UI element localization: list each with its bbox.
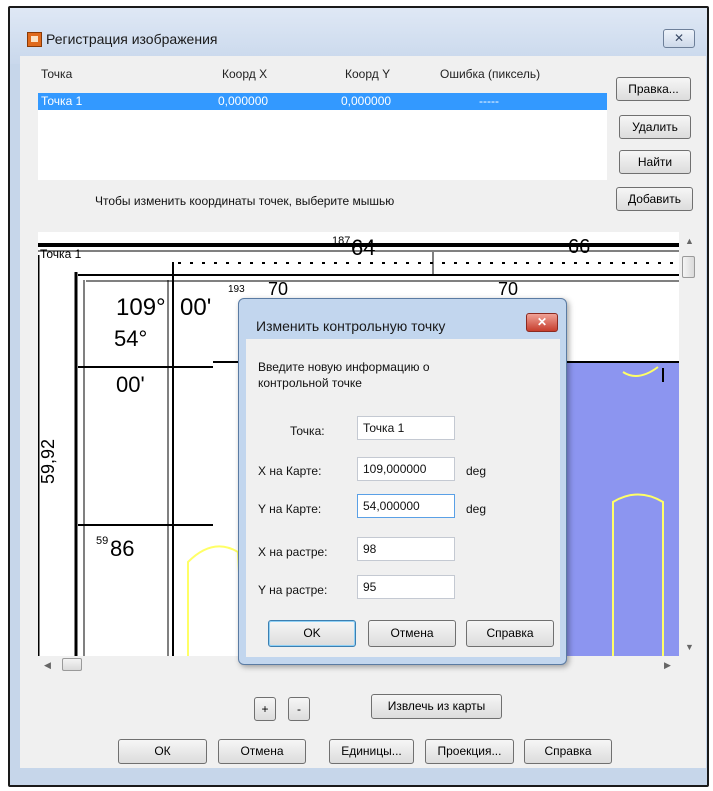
delete-button[interactable]: Удалить: [619, 115, 691, 139]
cell-x: 0,000000: [218, 94, 269, 108]
map-y-unit: deg: [466, 502, 487, 516]
point-label: Точка:: [290, 424, 325, 438]
dialog-description-line-2: контрольной точке: [258, 376, 362, 390]
map-label-70a: 70: [268, 279, 289, 299]
point-name-field[interactable]: Точка 1: [357, 416, 455, 440]
horizontal-scroll-thumb[interactable]: [62, 658, 82, 671]
find-button[interactable]: Найти: [619, 150, 691, 174]
cell-error: -----: [479, 94, 499, 108]
zoom-out-button[interactable]: -: [288, 697, 310, 721]
ok-button[interactable]: ОК: [118, 739, 207, 764]
window-title: Регистрация изображения: [46, 31, 218, 47]
table-row[interactable]: Точка 1 0,000000 0,000000 -----: [38, 93, 607, 110]
cell-y: 0,000000: [341, 94, 392, 108]
scroll-right-icon[interactable]: ▶: [664, 660, 671, 671]
column-header-point[interactable]: Точка: [41, 67, 72, 81]
extract-from-map-button[interactable]: Извлечь из карты: [371, 694, 502, 719]
map-label-54: 54°: [114, 326, 148, 351]
map-label-187-sup: 187: [332, 235, 351, 247]
map-label-109: 109°: [116, 294, 166, 321]
dialog-cancel-button[interactable]: Отмена: [368, 620, 456, 647]
scroll-left-icon[interactable]: ◀: [44, 660, 51, 671]
map-label-5992: 59,92: [38, 438, 58, 484]
column-header-error[interactable]: Ошибка (пиксель): [440, 67, 540, 81]
dialog-title: Изменить контрольную точку: [256, 318, 446, 334]
help-button[interactable]: Справка: [524, 739, 612, 764]
raster-x-label: X на растре:: [258, 545, 328, 559]
map-label-00b: 00': [116, 372, 145, 397]
dialog-help-button[interactable]: Справка: [466, 620, 554, 647]
edit-button[interactable]: Правка...: [616, 77, 691, 101]
cancel-button[interactable]: Отмена: [218, 739, 306, 764]
cell-point: Точка 1: [41, 94, 83, 108]
map-label-193: 193: [228, 284, 245, 295]
map-label-66: 66: [568, 236, 591, 258]
zoom-in-button[interactable]: +: [254, 697, 276, 721]
projection-button[interactable]: Проекция...: [425, 739, 514, 764]
map-label-86: 86: [110, 536, 135, 561]
add-button[interactable]: Добавить: [616, 187, 693, 211]
map-x-unit: deg: [466, 464, 487, 478]
map-x-field[interactable]: 109,000000: [357, 457, 455, 481]
vertical-scroll-thumb[interactable]: [682, 256, 695, 278]
map-label-64: 64: [351, 235, 376, 260]
map-label-00a: 00': [180, 294, 212, 321]
units-button[interactable]: Единицы...: [329, 739, 414, 764]
raster-y-label: Y на растре:: [258, 583, 328, 597]
map-y-field[interactable]: 54,000000: [357, 494, 455, 518]
dialog-ok-button[interactable]: OK: [268, 620, 356, 647]
map-label-70b: 70: [498, 279, 519, 299]
map-point-label: Точка 1: [40, 247, 82, 261]
column-header-y[interactable]: Коорд Y: [345, 67, 390, 81]
vertical-scrollbar[interactable]: [679, 232, 696, 656]
scroll-down-icon[interactable]: ▼: [685, 642, 694, 652]
map-y-label: Y на Карте:: [258, 502, 322, 516]
scroll-up-icon[interactable]: ▲: [685, 236, 694, 246]
close-button[interactable]: ✕: [663, 29, 695, 48]
raster-y-field[interactable]: 95: [357, 575, 455, 599]
column-header-x[interactable]: Коорд X: [222, 67, 267, 81]
hint-text: Чтобы изменить координаты точек, выберит…: [95, 194, 395, 208]
dialog-description-line-1: Введите новую информацию о: [258, 360, 430, 374]
map-label-59-sup: 59: [96, 535, 109, 547]
map-x-label: X на Карте:: [258, 464, 322, 478]
app-icon: [27, 32, 42, 47]
dialog-close-button[interactable]: ✕: [526, 313, 558, 332]
raster-x-field[interactable]: 98: [357, 537, 455, 561]
